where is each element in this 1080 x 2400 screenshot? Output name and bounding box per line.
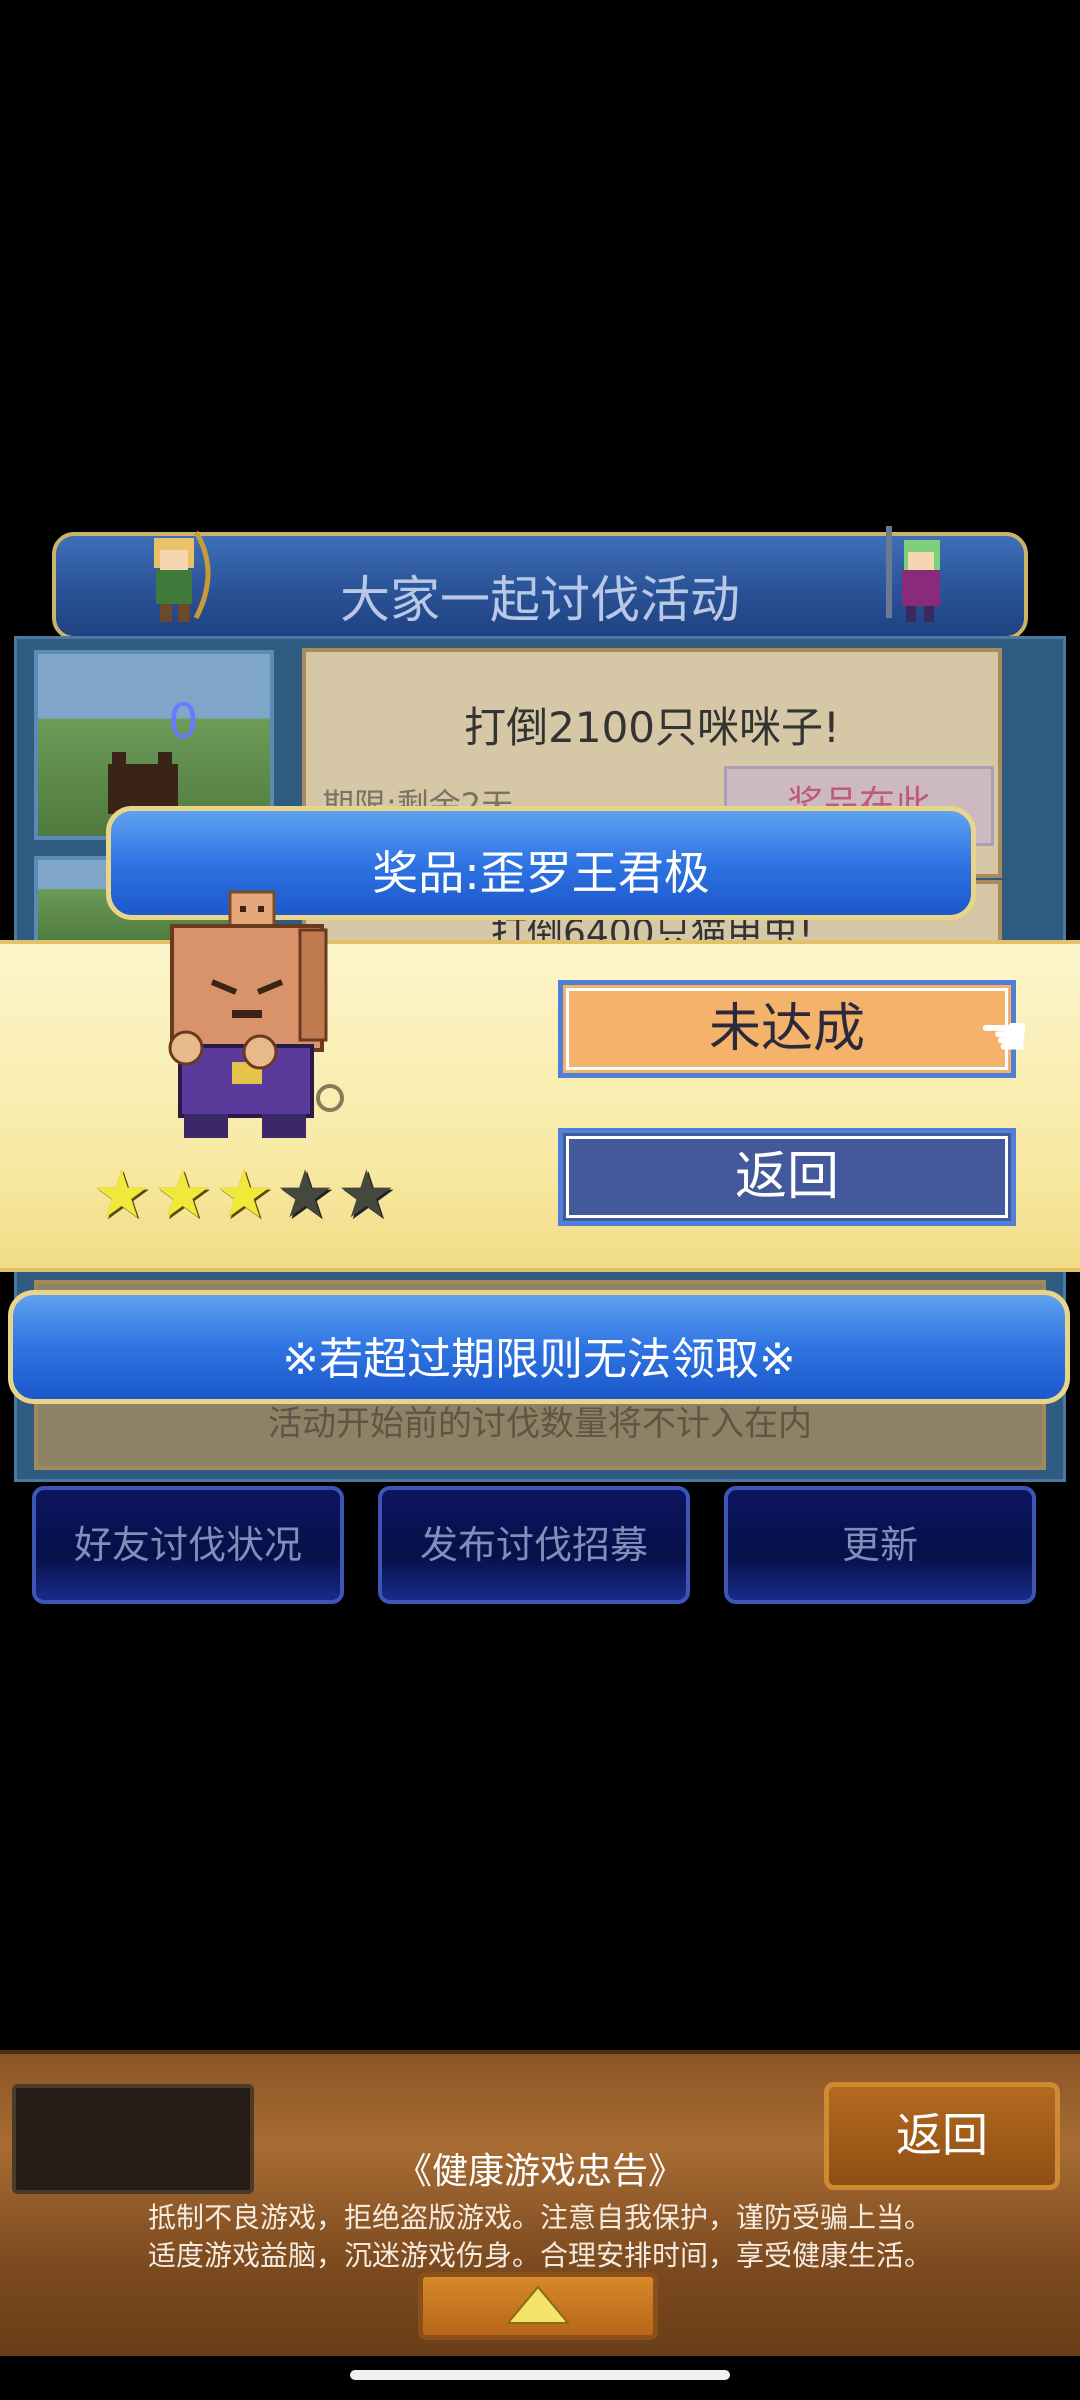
deadline-notice-banner: ※若超过期限则无法领取※ [8,1290,1070,1404]
friend-status-button[interactable]: 好友讨伐状况 [32,1486,344,1604]
mage-character-icon [886,526,940,622]
health-notice-line-1: 抵制不良游戏，拒绝盗版游戏。注意自我保护，谨防受骗上当。 [147,2201,932,2234]
health-notice-title: 《健康游戏忠告》 [395,2151,684,2192]
health-notice-line-2: 适度游戏益脑，沉迷游戏伤身。合理安排时间，享受健康生活。 [147,2239,932,2272]
unachieved-button[interactable]: 未达成 [558,980,1016,1078]
refresh-button[interactable]: 更新 [724,1486,1036,1604]
rarity-stars: ★ ★ ★ ★ ★ [92,1162,396,1228]
expand-up-button[interactable] [418,2272,658,2340]
star-filled-icon: ★ [92,1156,152,1233]
pointing-hand-icon: ☛ [978,1002,1030,1070]
modal-back-button[interactable]: 返回 [558,1128,1016,1226]
deadline-notice: ※若超过期限则无法领取※ [282,1334,796,1385]
prize-character-icon [168,890,344,1138]
star-empty-icon: ★ [336,1156,396,1233]
star-filled-icon: ★ [153,1156,213,1233]
triangle-up-icon [505,2285,571,2324]
star-filled-icon: ★ [214,1156,274,1233]
archer-character-icon [154,530,211,622]
post-recruit-button[interactable]: 发布讨伐招募 [378,1486,690,1604]
thumb-counter: 0 [168,694,199,750]
event-title-banner: 大家一起讨伐活动 [52,526,1028,640]
event-task-1: 打倒2100只咪咪子! [464,703,840,752]
star-empty-icon: ★ [275,1156,335,1233]
home-indicator[interactable] [350,2370,730,2380]
